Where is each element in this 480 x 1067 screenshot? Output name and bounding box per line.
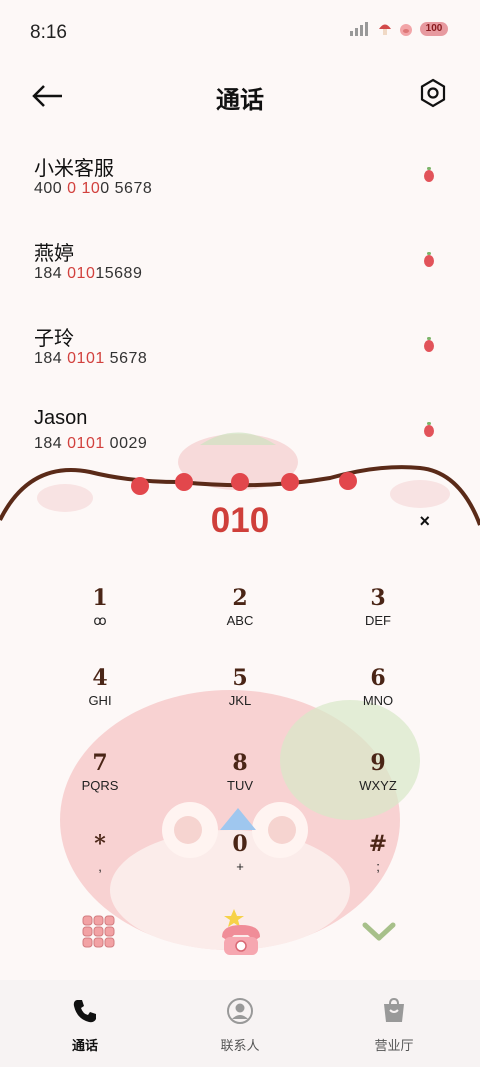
key-5[interactable]: 5 JKL <box>180 665 300 735</box>
voicemail-icon: ꝏ <box>93 613 107 628</box>
strawberry-icon <box>424 167 434 182</box>
status-icons: 100 <box>350 22 448 36</box>
page-title: 通话 <box>216 87 264 114</box>
contact-name: 子玲 <box>34 328 74 350</box>
collapse-keypad-icon[interactable] <box>362 921 396 943</box>
contact-number: 184 01015689 <box>34 265 143 282</box>
tab-label: 联系人 <box>220 1038 260 1053</box>
strawberry-icon <box>424 252 434 267</box>
battery-indicator: 100 <box>420 22 448 36</box>
dialer-actions <box>0 905 480 965</box>
contact-number: 400 0 100 5678 <box>34 180 153 197</box>
key-1[interactable]: 1ꝏ <box>40 585 160 655</box>
key-8[interactable]: 8 TUV <box>180 750 300 820</box>
person-icon <box>227 998 253 1024</box>
key-3[interactable]: 3 DEF <box>318 585 438 655</box>
tab-service-hall[interactable]: 营业厅 <box>344 997 444 1054</box>
dialed-number: 010 <box>210 501 270 540</box>
status-time: 8:16 <box>30 22 67 43</box>
settings-icon[interactable] <box>418 78 448 108</box>
strawberry-icon <box>424 337 434 352</box>
tab-label: 营业厅 <box>374 1038 414 1053</box>
contact-name: 燕婷 <box>34 243 74 265</box>
shop-icon <box>384 997 404 1022</box>
contact-item[interactable]: 子玲 184 0101 5678 <box>0 310 480 395</box>
tab-label: 通话 <box>71 1038 98 1053</box>
clear-button[interactable]: × <box>419 511 430 532</box>
mushroom-icon <box>379 24 391 35</box>
signal-icon <box>350 22 368 36</box>
key-4[interactable]: 4 GHI <box>40 665 160 735</box>
header: 通话 <box>0 66 480 126</box>
key-hash[interactable]: #; <box>318 831 438 901</box>
contact-item[interactable]: 燕婷 184 01015689 <box>0 225 480 310</box>
key-star[interactable]: *, <box>40 831 160 901</box>
tab-contacts[interactable]: 联系人 <box>190 998 290 1054</box>
pig-icon <box>400 24 412 36</box>
grid-menu-icon[interactable] <box>82 915 116 949</box>
call-button-icon[interactable] <box>218 907 264 957</box>
dial-display: 010 × <box>0 497 480 547</box>
key-9[interactable]: 9 WXYZ <box>318 750 438 820</box>
phone-icon <box>73 1000 96 1023</box>
bottom-tab-bar: 通话 联系人 营业厅 <box>0 980 480 1067</box>
key-7[interactable]: 7 PQRS <box>40 750 160 820</box>
key-2[interactable]: 2 ABC <box>180 585 300 655</box>
key-6[interactable]: 6 MNO <box>318 665 438 735</box>
contact-number: 184 0101 5678 <box>34 350 148 367</box>
key-0[interactable]: 0 + <box>180 831 300 901</box>
contact-item[interactable]: 小米客服 400 0 100 5678 <box>0 140 480 225</box>
contact-name: 小米客服 <box>34 158 114 180</box>
tab-calls[interactable]: 通话 <box>35 998 135 1054</box>
status-bar: 8:16 100 <box>0 0 480 66</box>
